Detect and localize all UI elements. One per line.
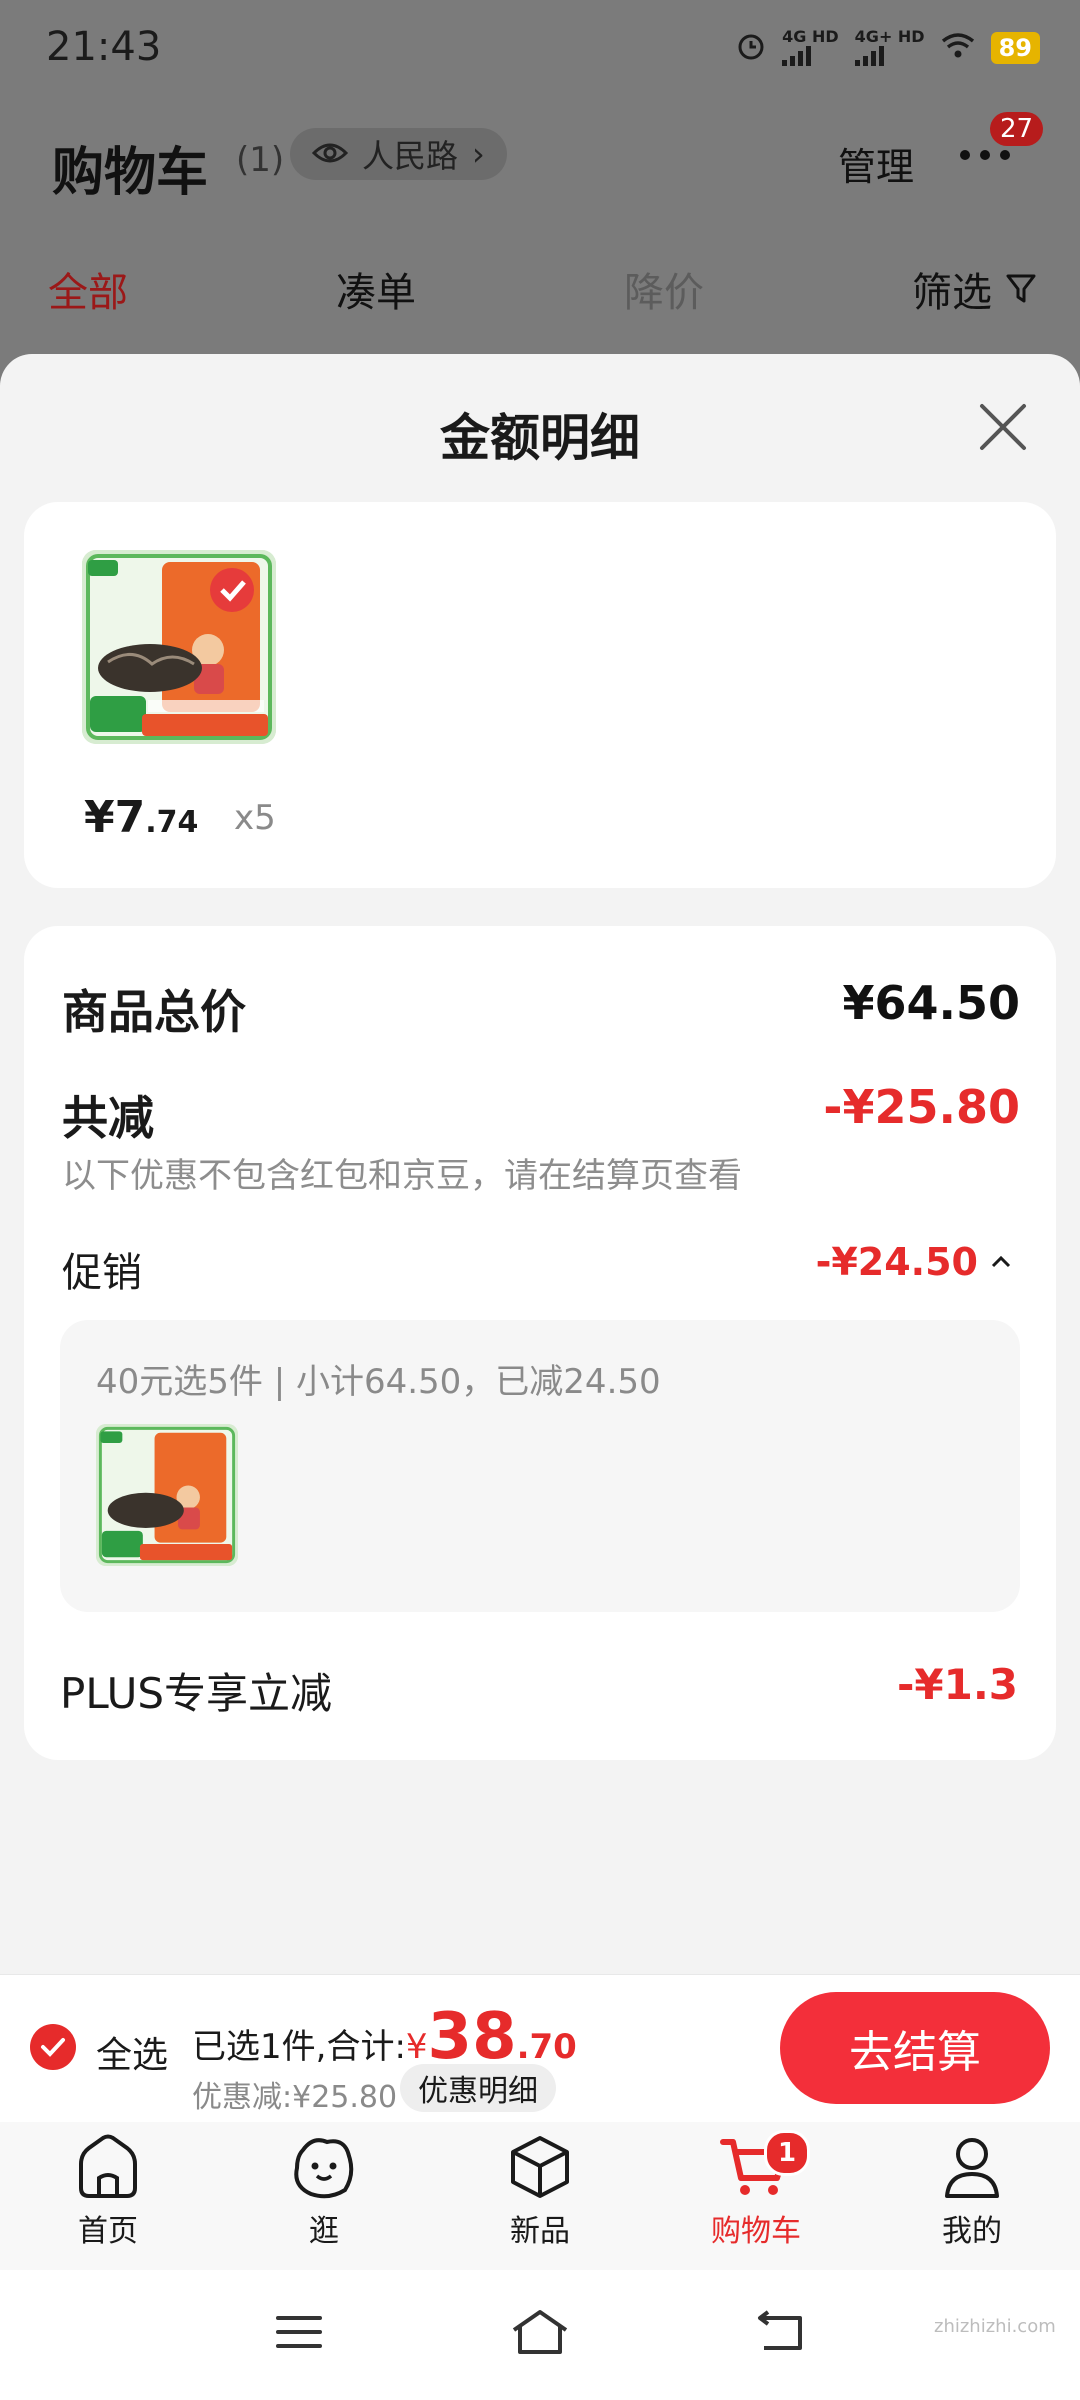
nav-browse[interactable]: 逛: [254, 2134, 394, 2250]
tab-price-drop[interactable]: 降价: [624, 260, 704, 318]
user-icon: [945, 2138, 999, 2198]
price-decimal: .74: [145, 805, 199, 840]
wifi-icon: [941, 32, 975, 64]
location-label: 人民路: [362, 137, 459, 175]
select-all-label[interactable]: 全选: [96, 2026, 168, 2078]
promotion-label: 促销: [62, 1250, 142, 1296]
chevron-right-icon: ›: [472, 135, 485, 173]
nav-new[interactable]: 新品: [470, 2134, 610, 2250]
watermark: zhizhizhi.com: [934, 2316, 1056, 2337]
location-selector[interactable]: 人民路 ›: [290, 128, 507, 180]
total-price-value: ¥64.50: [842, 976, 1020, 1030]
nav-home-label: 首页: [78, 2214, 138, 2249]
signal-2-label: 4G+ HD: [854, 27, 925, 46]
close-icon[interactable]: [976, 400, 1030, 454]
menu-icon[interactable]: [274, 2312, 324, 2352]
nav-mine[interactable]: 我的: [902, 2134, 1042, 2250]
promotion-description: 40元选5件 | 小计64.50，已减24.50: [96, 1362, 661, 1402]
sum-currency: ¥: [405, 2027, 428, 2067]
home-nav-icon[interactable]: [510, 2308, 570, 2356]
status-time: 21:43: [46, 24, 162, 70]
page-title: 购物车: [52, 143, 209, 203]
promotion-value: -¥24.50: [815, 1240, 978, 1284]
tab-all[interactable]: 全部: [48, 260, 128, 318]
status-icons: 4G HD 4G+ HD 89: [736, 27, 1040, 66]
box-icon: [511, 2136, 569, 2198]
product-price: ¥7.74: [84, 792, 198, 843]
product-image[interactable]: [82, 550, 276, 744]
selected-prefix: 已选1件,合计:: [192, 2027, 406, 2067]
nav-mine-label: 我的: [942, 2214, 1002, 2249]
alarm-icon: [736, 31, 766, 65]
sum-integer: 38: [427, 2000, 517, 2074]
battery-indicator: 89: [990, 32, 1040, 64]
signal-1: 4G HD: [782, 27, 839, 66]
back-icon[interactable]: [754, 2310, 806, 2354]
browse-face-icon: [294, 2138, 354, 2199]
cart-count: (1): [236, 140, 285, 180]
tab-coudan[interactable]: 凑单: [336, 260, 416, 318]
total-reduction-label: 共减: [62, 1091, 154, 1145]
selected-summary: 已选1件,合计: ¥ 38 .70: [192, 2000, 577, 2074]
total-price-label: 商品总价: [62, 985, 246, 1039]
nav-browse-label: 逛: [309, 2214, 339, 2249]
select-all-checkbox[interactable]: [30, 2024, 76, 2070]
filter-tabs: 全部 凑单 降价 筛选: [0, 260, 1080, 330]
total-reduction-value: -¥25.80: [823, 1080, 1020, 1134]
discount-detail-button[interactable]: 优惠明细: [400, 2064, 556, 2112]
more-menu-icon[interactable]: [960, 150, 1010, 160]
price-integer: ¥7: [84, 792, 146, 843]
promotion-toggle[interactable]: -¥24.50: [816, 1240, 1012, 1284]
manage-button[interactable]: 管理: [838, 136, 914, 191]
reduction-note: 以下优惠不包含红包和京豆，请在结算页查看: [62, 1156, 742, 1196]
signal-bars-icon: [854, 44, 884, 66]
chevron-up-icon: [991, 1255, 1011, 1268]
filter-icon: [1006, 274, 1036, 303]
sum-decimal: .70: [516, 2027, 577, 2067]
signal-bars-icon: [782, 44, 812, 66]
sheet-title: 金额明细: [440, 409, 640, 467]
signal-1-label: 4G HD: [782, 27, 839, 46]
cart-badge: 1: [764, 2130, 810, 2176]
filter-label: 筛选: [912, 270, 992, 316]
nav-home[interactable]: 首页: [38, 2134, 178, 2250]
system-nav-bar: [0, 2270, 1080, 2400]
eye-icon: [311, 135, 349, 173]
plus-discount-label: PLUS专享立减: [60, 1669, 333, 1718]
nav-cart-label: 购物车: [711, 2214, 801, 2249]
home-icon: [79, 2134, 137, 2198]
plus-discount-value: -¥1.3: [896, 1660, 1018, 1709]
checkout-button[interactable]: 去结算: [780, 1992, 1050, 2104]
promotion-product-image[interactable]: [96, 1424, 238, 1566]
signal-2: 4G+ HD: [854, 27, 925, 66]
product-quantity: x5: [234, 798, 276, 838]
tab-filter[interactable]: 筛选: [912, 260, 1036, 318]
discount-summary: 优惠减:¥25.80: [192, 2080, 398, 2115]
nav-new-label: 新品: [510, 2214, 570, 2249]
notification-badge: 27: [990, 112, 1044, 146]
